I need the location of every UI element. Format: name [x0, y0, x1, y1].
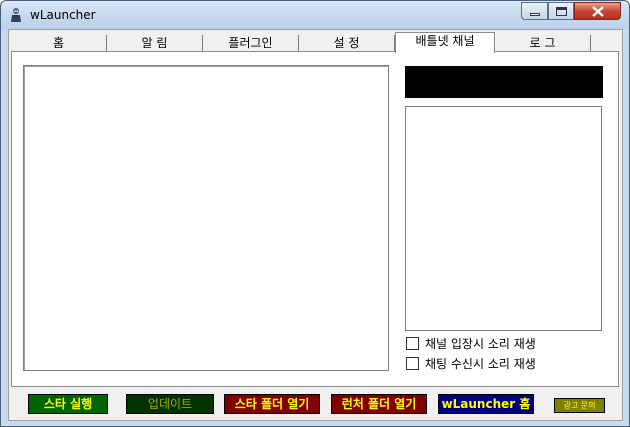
client-area: 홈 알 림 플러그인 설 정 배틀넷 채널 로 그 채널 입장시 소리 재생 채… — [8, 29, 623, 421]
tab-settings[interactable]: 설 정 — [299, 35, 395, 52]
minimize-icon — [530, 13, 540, 16]
chat-sound-label: 채팅 수신시 소리 재생 — [425, 357, 536, 371]
open-launcher-folder-button[interactable]: 런처 폴더 열기 — [331, 394, 427, 414]
wlauncher-home-button[interactable]: wLauncher 홈 — [438, 394, 534, 414]
channel-user-list[interactable] — [405, 106, 602, 331]
join-sound-label: 채널 입장시 소리 재생 — [425, 337, 536, 351]
join-sound-checkbox[interactable]: 채널 입장시 소리 재생 — [406, 336, 536, 352]
channel-name-display — [405, 66, 603, 98]
tab-notifications[interactable]: 알 림 — [107, 35, 203, 52]
checkbox-box[interactable] — [406, 337, 419, 350]
close-button[interactable] — [574, 2, 621, 20]
checkbox-box[interactable] — [406, 357, 419, 370]
open-star-folder-button[interactable]: 스타 폴더 열기 — [224, 394, 320, 414]
tab-plugins[interactable]: 플러그인 — [203, 35, 299, 52]
title-bar[interactable]: wLauncher — [1, 1, 629, 29]
window-title: wLauncher — [30, 8, 96, 22]
close-icon — [592, 6, 604, 17]
ad-inquiry-button[interactable]: 광고 문의 — [554, 398, 605, 413]
bottom-button-bar: 스타 실행 업데이트 스타 폴더 열기 런처 폴더 열기 wLauncher 홈… — [9, 387, 622, 420]
tab-log[interactable]: 로 그 — [495, 35, 591, 52]
app-icon — [11, 7, 21, 22]
update-button[interactable]: 업데이트 — [126, 394, 214, 414]
maximize-icon — [556, 7, 567, 16]
app-window: wLauncher 홈 알 림 플러그인 설 정 배틀넷 채널 로 그 채널 입… — [0, 0, 630, 427]
chat-sound-checkbox[interactable]: 채팅 수신시 소리 재생 — [406, 356, 536, 372]
tab-strip: 홈 알 림 플러그인 설 정 배틀넷 채널 로 그 — [11, 32, 591, 53]
maximize-button[interactable] — [548, 2, 574, 20]
tab-home[interactable]: 홈 — [11, 35, 107, 52]
minimize-button[interactable] — [521, 2, 548, 20]
channel-message-box[interactable] — [23, 65, 389, 371]
tab-battlenet-channel[interactable]: 배틀넷 채널 — [395, 32, 495, 53]
star-run-button[interactable]: 스타 실행 — [28, 394, 108, 414]
